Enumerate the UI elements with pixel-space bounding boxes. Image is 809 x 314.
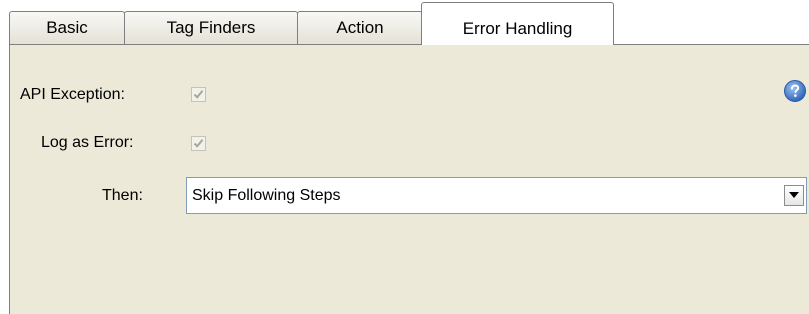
log-as-error-label: Log as Error: [41,134,134,151]
chevron-down-icon [789,192,799,198]
api-exception-checkbox[interactable] [191,87,206,102]
tab-error-handling[interactable]: Error Handling [421,2,614,45]
checkmark-icon [193,139,204,148]
tab-action-label: Action [336,18,384,37]
tab-basic-label: Basic [46,18,88,37]
dropdown-button[interactable] [784,185,804,206]
then-action-selected-value: Skip Following Steps [192,187,341,204]
tab-strip: Basic Tag Finders Action Error Handling [0,0,809,46]
tab-action[interactable]: Action [297,11,423,44]
tab-tag-finders[interactable]: Tag Finders [124,11,298,44]
tab-content-panel: API Exception: Log as Error: Then: Skip … [9,44,809,314]
checkmark-icon [193,90,204,99]
tab-error-handling-label: Error Handling [462,19,573,38]
tab-basic[interactable]: Basic [9,11,125,44]
log-as-error-checkbox[interactable] [191,136,206,151]
then-action-dropdown[interactable]: Skip Following Steps [186,177,807,214]
then-label: Then: [102,187,143,204]
api-exception-label: API Exception: [20,86,125,103]
error-handling-panel-window: Basic Tag Finders Action Error Handling … [0,0,809,314]
help-icon[interactable] [783,79,807,103]
tab-tag-finders-label: Tag Finders [166,18,256,37]
